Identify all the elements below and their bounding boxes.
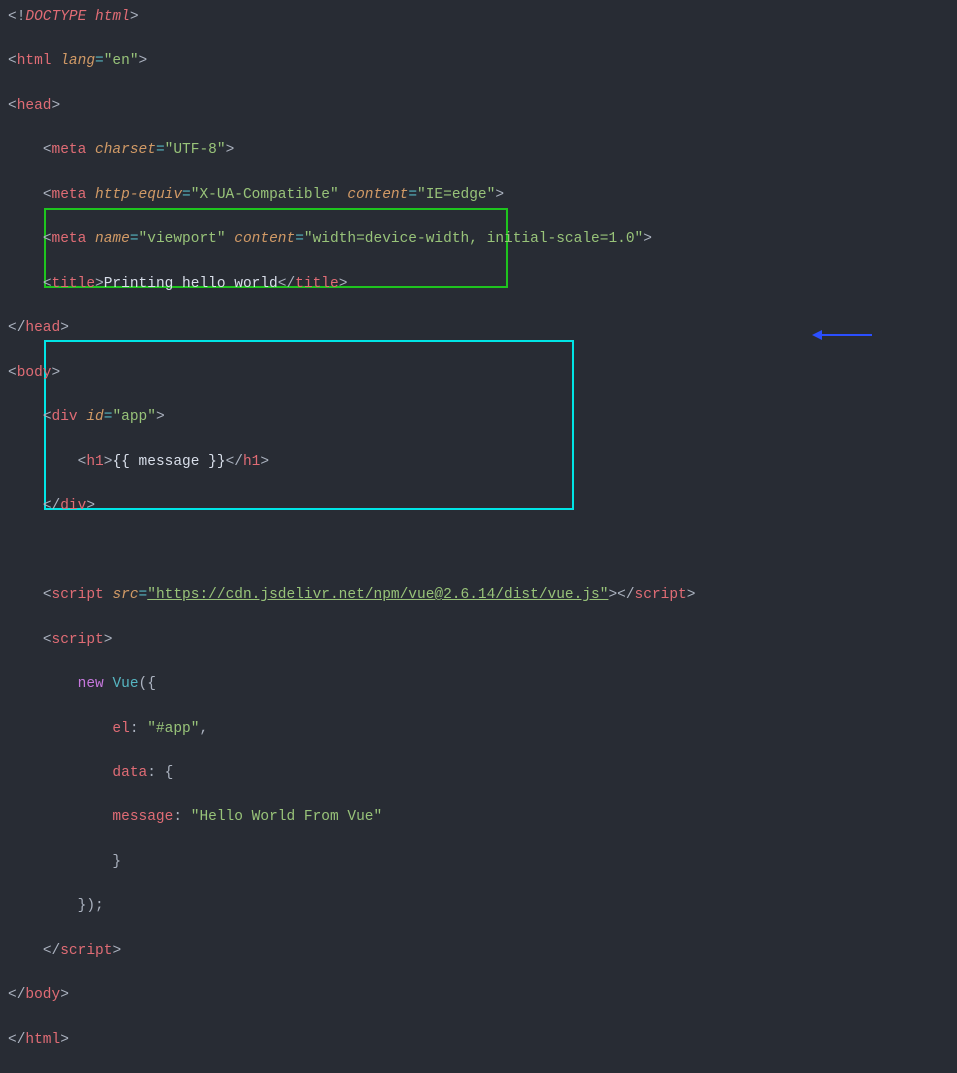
code-content: <!DOCTYPE html> <html lang="en"> <head> … bbox=[8, 6, 949, 1073]
code-editor-view: <!DOCTYPE html> <html lang="en"> <head> … bbox=[8, 6, 949, 1073]
